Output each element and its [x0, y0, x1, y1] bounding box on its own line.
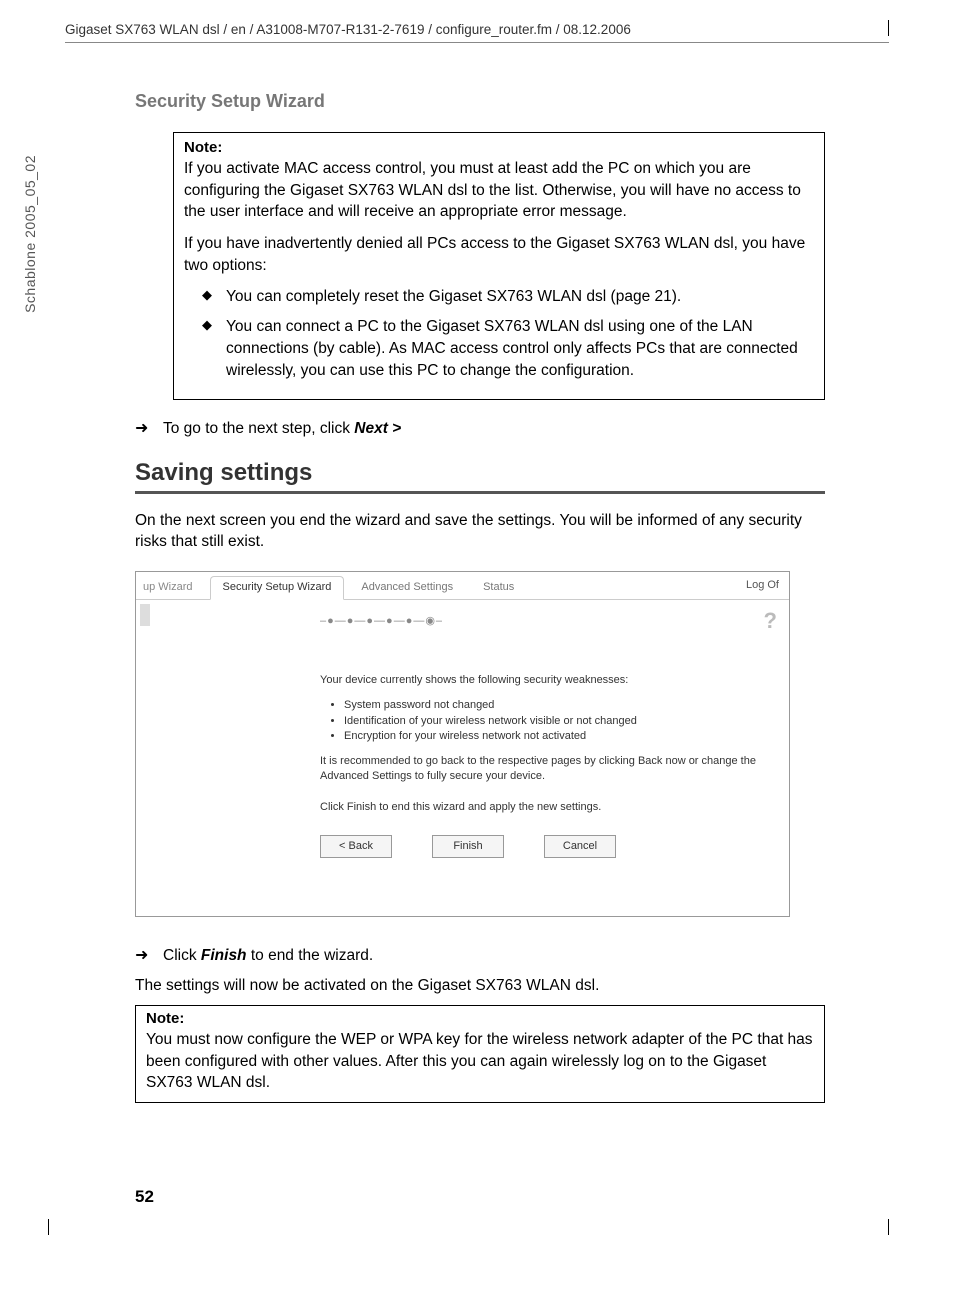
document-header: Gigaset SX763 WLAN dsl / en / A31008-M70… — [65, 22, 889, 43]
logoff-link[interactable]: Log Of — [746, 579, 779, 591]
arrow-icon: ➜ — [135, 945, 155, 967]
body-paragraph: On the next screen you end the wizard an… — [135, 510, 825, 553]
note-title: Note: — [146, 1010, 814, 1027]
tab-status[interactable]: Status — [470, 576, 527, 599]
note-box-2: Note: You must now configure the WEP or … — [135, 1005, 825, 1103]
crop-mark — [48, 1219, 49, 1235]
crop-mark — [888, 1219, 889, 1235]
tab-advanced-settings[interactable]: Advanced Settings — [348, 576, 466, 599]
template-label-vertical: Schablone 2005_05_02 — [22, 155, 38, 313]
instruction-text: Click Finish to end the wizard. — [163, 945, 373, 967]
note-paragraph: You must now configure the WEP or WPA ke… — [146, 1029, 814, 1094]
section-subtitle: Security Setup Wizard — [135, 91, 825, 112]
finish-instruction: Click Finish to end this wizard and appl… — [320, 800, 769, 815]
back-button[interactable]: < Back — [320, 835, 392, 858]
recommendation-text: It is recommended to go back to the resp… — [320, 754, 769, 784]
instruction-arrow-line: ➜ To go to the next step, click Next > — [135, 418, 825, 440]
note-paragraph: If you have inadvertently denied all PCs… — [184, 233, 814, 276]
list-item: Identification of your wireless network … — [344, 714, 769, 729]
weakness-heading: Your device currently shows the followin… — [320, 673, 769, 688]
note-option-list: You can completely reset the Gigaset SX7… — [184, 286, 814, 381]
tab-security-setup-wizard[interactable]: Security Setup Wizard — [210, 576, 345, 600]
note-title: Note: — [184, 139, 814, 156]
heading-saving-settings: Saving settings — [135, 459, 825, 494]
instruction-text: To go to the next step, click Next > — [163, 418, 401, 440]
note-paragraph: If you activate MAC access control, you … — [184, 158, 814, 223]
cancel-button[interactable]: Cancel — [544, 835, 616, 858]
list-item: You can completely reset the Gigaset SX7… — [202, 286, 814, 308]
router-ui-screenshot: up Wizard Security Setup Wizard Advanced… — [135, 571, 790, 917]
list-item: You can connect a PC to the Gigaset SX76… — [202, 316, 814, 381]
list-item: System password not changed — [344, 698, 769, 713]
instruction-arrow-line: ➜ Click Finish to end the wizard. — [135, 945, 825, 967]
crop-mark — [888, 20, 889, 36]
page-number: 52 — [135, 1187, 154, 1207]
help-icon[interactable]: ? — [764, 608, 777, 634]
tab-bar: up Wizard Security Setup Wizard Advanced… — [136, 572, 789, 600]
finish-button[interactable]: Finish — [432, 835, 504, 858]
body-paragraph: The settings will now be activated on th… — [135, 975, 825, 997]
tab-setup-wizard[interactable]: up Wizard — [136, 576, 206, 599]
note-box-1: Note: If you activate MAC access control… — [173, 132, 825, 400]
wizard-stepper: –●—●—●—●—●—◉– — [320, 614, 769, 627]
header-path: Gigaset SX763 WLAN dsl / en / A31008-M70… — [65, 22, 631, 37]
weakness-list: System password not changed Identificati… — [320, 698, 769, 745]
arrow-icon: ➜ — [135, 418, 155, 440]
list-item: Encryption for your wireless network not… — [344, 729, 769, 744]
sidebar-indicator — [140, 604, 150, 626]
